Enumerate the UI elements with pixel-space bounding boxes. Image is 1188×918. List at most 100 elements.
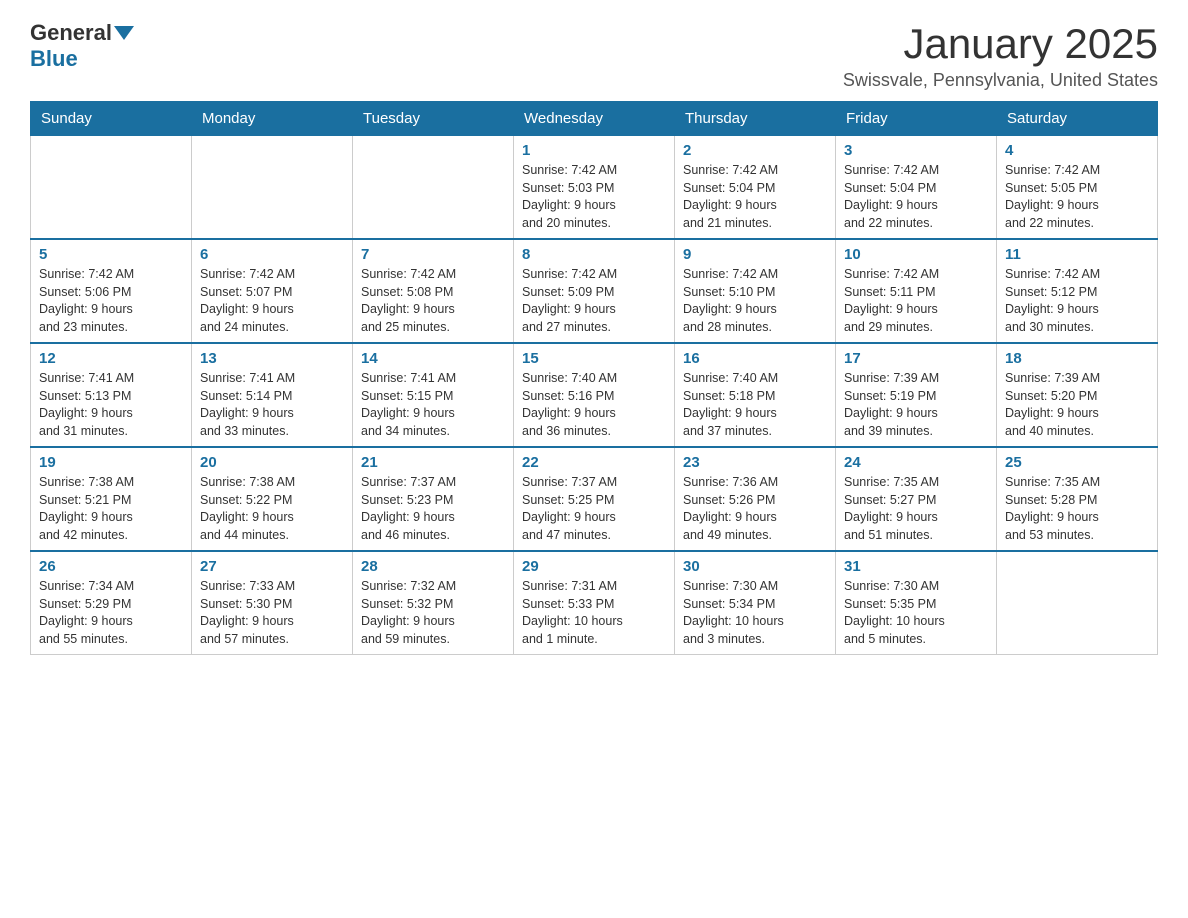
day-info: Sunrise: 7:42 AM Sunset: 5:04 PM Dayligh… [683,162,827,232]
calendar-cell: 24 Sunrise: 7:35 AM Sunset: 5:27 PM Dayli… [836,447,997,551]
day-number: 15 [522,350,666,367]
calendar-cell: 23 Sunrise: 7:36 AM Sunset: 5:26 PM Dayli… [675,447,836,551]
day-number: 23 [683,454,827,471]
day-number: 9 [683,246,827,263]
calendar-cell: 1 Sunrise: 7:42 AM Sunset: 5:03 PM Daylig… [514,136,675,240]
calendar-cell: 22Sunrise: 7:37 AM Sunset: 5:25 PM Dayli… [514,447,675,551]
calendar-cell: 21Sunrise: 7:37 AM Sunset: 5:23 PM Dayli… [353,447,514,551]
day-number: 6 [200,246,344,263]
day-number: 4 [1005,142,1149,159]
day-number: 1 [522,142,666,159]
calendar-cell [31,136,192,240]
weekday-header-thursday: Thursday [675,102,836,136]
calendar-cell: 20 Sunrise: 7:38 AM Sunset: 5:22 PM Dayli… [192,447,353,551]
calendar-week-row: 26 Sunrise: 7:34 AM Sunset: 5:29 PM Dayli… [31,551,1158,655]
weekday-header-saturday: Saturday [997,102,1158,136]
logo-blue-text: Blue [30,46,78,72]
day-info: Sunrise: 7:38 AM Sunset: 5:21 PM Dayligh… [39,474,183,544]
calendar-cell: 28 Sunrise: 7:32 AM Sunset: 5:32 PM Dayli… [353,551,514,655]
day-number: 5 [39,246,183,263]
calendar-cell [353,136,514,240]
day-info: Sunrise: 7:33 AM Sunset: 5:30 PM Dayligh… [200,578,344,648]
day-number: 16 [683,350,827,367]
calendar-week-row: 5 Sunrise: 7:42 AM Sunset: 5:06 PM Daylig… [31,239,1158,343]
page-header: General Blue January 2025 Swissvale, Pen… [30,20,1158,91]
day-number: 3 [844,142,988,159]
calendar-cell: 17 Sunrise: 7:39 AM Sunset: 5:19 PM Dayli… [836,343,997,447]
day-number: 2 [683,142,827,159]
calendar-cell: 2 Sunrise: 7:42 AM Sunset: 5:04 PM Daylig… [675,136,836,240]
calendar-cell: 15 Sunrise: 7:40 AM Sunset: 5:16 PM Dayli… [514,343,675,447]
day-info: Sunrise: 7:31 AM Sunset: 5:33 PM Dayligh… [522,578,666,648]
calendar-table: SundayMondayTuesdayWednesdayThursdayFrid… [30,101,1158,655]
day-info: Sunrise: 7:39 AM Sunset: 5:20 PM Dayligh… [1005,370,1149,440]
calendar-cell: 25Sunrise: 7:35 AM Sunset: 5:28 PM Dayli… [997,447,1158,551]
day-number: 24 [844,454,988,471]
day-info: Sunrise: 7:38 AM Sunset: 5:22 PM Dayligh… [200,474,344,544]
day-number: 30 [683,558,827,575]
day-number: 28 [361,558,505,575]
calendar-cell: 9 Sunrise: 7:42 AM Sunset: 5:10 PM Daylig… [675,239,836,343]
logo-general-text: General [30,20,112,46]
calendar-cell: 8 Sunrise: 7:42 AM Sunset: 5:09 PM Daylig… [514,239,675,343]
day-info: Sunrise: 7:39 AM Sunset: 5:19 PM Dayligh… [844,370,988,440]
day-number: 18 [1005,350,1149,367]
calendar-cell: 30 Sunrise: 7:30 AM Sunset: 5:34 PM Dayli… [675,551,836,655]
day-info: Sunrise: 7:42 AM Sunset: 5:10 PM Dayligh… [683,266,827,336]
day-info: Sunrise: 7:36 AM Sunset: 5:26 PM Dayligh… [683,474,827,544]
day-number: 8 [522,246,666,263]
day-info: Sunrise: 7:40 AM Sunset: 5:16 PM Dayligh… [522,370,666,440]
calendar-cell: 6 Sunrise: 7:42 AM Sunset: 5:07 PM Daylig… [192,239,353,343]
day-info: Sunrise: 7:32 AM Sunset: 5:32 PM Dayligh… [361,578,505,648]
day-info: Sunrise: 7:40 AM Sunset: 5:18 PM Dayligh… [683,370,827,440]
day-number: 12 [39,350,183,367]
title-block: January 2025 Swissvale, Pennsylvania, Un… [843,20,1158,91]
month-title: January 2025 [843,20,1158,68]
day-info: Sunrise: 7:34 AM Sunset: 5:29 PM Dayligh… [39,578,183,648]
day-number: 19 [39,454,183,471]
day-number: 26 [39,558,183,575]
day-info: Sunrise: 7:30 AM Sunset: 5:35 PM Dayligh… [844,578,988,648]
day-info: Sunrise: 7:42 AM Sunset: 5:11 PM Dayligh… [844,266,988,336]
weekday-header-sunday: Sunday [31,102,192,136]
calendar-cell: 7 Sunrise: 7:42 AM Sunset: 5:08 PM Daylig… [353,239,514,343]
calendar-week-row: 1 Sunrise: 7:42 AM Sunset: 5:03 PM Daylig… [31,136,1158,240]
day-number: 14 [361,350,505,367]
calendar-cell: 5 Sunrise: 7:42 AM Sunset: 5:06 PM Daylig… [31,239,192,343]
calendar-cell: 4 Sunrise: 7:42 AM Sunset: 5:05 PM Daylig… [997,136,1158,240]
day-info: Sunrise: 7:42 AM Sunset: 5:09 PM Dayligh… [522,266,666,336]
day-number: 31 [844,558,988,575]
weekday-header-friday: Friday [836,102,997,136]
weekday-header-wednesday: Wednesday [514,102,675,136]
calendar-cell: 18 Sunrise: 7:39 AM Sunset: 5:20 PM Dayli… [997,343,1158,447]
day-info: Sunrise: 7:42 AM Sunset: 5:12 PM Dayligh… [1005,266,1149,336]
day-info: Sunrise: 7:42 AM Sunset: 5:07 PM Dayligh… [200,266,344,336]
logo: General Blue [30,20,136,72]
calendar-cell: 3Sunrise: 7:42 AM Sunset: 5:04 PM Daylig… [836,136,997,240]
day-info: Sunrise: 7:42 AM Sunset: 5:06 PM Dayligh… [39,266,183,336]
calendar-cell: 19 Sunrise: 7:38 AM Sunset: 5:21 PM Dayli… [31,447,192,551]
day-number: 25 [1005,454,1149,471]
day-info: Sunrise: 7:30 AM Sunset: 5:34 PM Dayligh… [683,578,827,648]
calendar-cell [997,551,1158,655]
calendar-cell: 16 Sunrise: 7:40 AM Sunset: 5:18 PM Dayli… [675,343,836,447]
day-info: Sunrise: 7:42 AM Sunset: 5:08 PM Dayligh… [361,266,505,336]
day-number: 17 [844,350,988,367]
logo-arrow-icon [114,26,134,40]
day-number: 11 [1005,246,1149,263]
day-info: Sunrise: 7:42 AM Sunset: 5:05 PM Dayligh… [1005,162,1149,232]
day-number: 22 [522,454,666,471]
location-subtitle: Swissvale, Pennsylvania, United States [843,70,1158,91]
day-number: 29 [522,558,666,575]
day-number: 21 [361,454,505,471]
day-number: 7 [361,246,505,263]
day-number: 10 [844,246,988,263]
day-info: Sunrise: 7:42 AM Sunset: 5:03 PM Dayligh… [522,162,666,232]
day-info: Sunrise: 7:41 AM Sunset: 5:13 PM Dayligh… [39,370,183,440]
calendar-cell [192,136,353,240]
calendar-week-row: 19 Sunrise: 7:38 AM Sunset: 5:21 PM Dayli… [31,447,1158,551]
day-info: Sunrise: 7:41 AM Sunset: 5:14 PM Dayligh… [200,370,344,440]
calendar-cell: 29 Sunrise: 7:31 AM Sunset: 5:33 PM Dayli… [514,551,675,655]
day-info: Sunrise: 7:35 AM Sunset: 5:27 PM Dayligh… [844,474,988,544]
day-number: 20 [200,454,344,471]
